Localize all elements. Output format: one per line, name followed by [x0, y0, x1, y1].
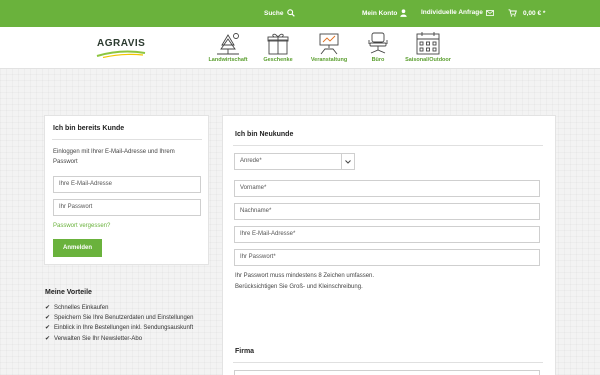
gift-icon [267, 33, 289, 55]
salutation-select[interactable]: Anrede* [234, 153, 355, 170]
cart-link[interactable]: 0,00 € * [508, 9, 545, 17]
register-password-field[interactable]: Ihr Passwort* [234, 249, 540, 266]
check-icon: ✔ [45, 335, 51, 342]
logo-text: AGRAVIS [97, 38, 146, 49]
login-intro-line-2: Passwort [53, 159, 78, 165]
company-section-title: Firma [235, 348, 255, 355]
company-divider [233, 362, 543, 363]
login-password-field[interactable]: Ihr Passwort [53, 199, 201, 216]
category-label: Saisonal/Outdoor [405, 57, 451, 63]
password-hint-line-1: Ihr Passwort muss mindestens 8 Zeichen u… [235, 273, 375, 279]
agravis-logo[interactable]: AGRAVIS [95, 36, 147, 58]
login-title: Ich bin bereits Kunde [53, 125, 125, 132]
check-icon: ✔ [45, 325, 51, 332]
cart-total: 0,00 € * [523, 9, 546, 17]
search-link[interactable]: Suche [264, 9, 295, 17]
benefits-title: Meine Vorteile [45, 289, 92, 296]
forgot-password-link[interactable]: Passwort vergessen? [53, 223, 110, 229]
check-icon: ✔ [45, 305, 51, 311]
account-label: Mein Konto [362, 9, 398, 17]
search-icon [286, 9, 295, 17]
lastname-field[interactable]: Nachname* [234, 203, 540, 220]
benefit-item: ✔ Verwalten Sie Ihr Newsletter-Abo [45, 334, 193, 344]
search-label: Suche [264, 9, 284, 17]
mail-icon [485, 9, 494, 16]
check-icon: ✔ [45, 315, 51, 322]
benefit-text: Einblick in Ihre Bestellungen inkl. Send… [54, 325, 194, 332]
inquiry-link[interactable]: Individuelle Anfrage [421, 9, 494, 16]
office-chair-icon [368, 32, 388, 54]
benefit-item: ✔ Einblick in Ihre Bestellungen inkl. Sen… [45, 323, 193, 333]
top-bar: Suche Mein Konto Individuelle Anfrage 0,… [0, 0, 600, 27]
user-icon [400, 9, 408, 17]
benefits-list: ✔ Schnelles Einkaufen ✔ Speichern Sie Ihre… [45, 303, 193, 344]
register-title: Ich bin Neukunde [235, 131, 294, 138]
register-email-field[interactable]: Ihre E-Mail-Adresse* [234, 226, 540, 243]
benefit-text: Speichern Sie Ihre Benutzerdaten und Ein… [54, 315, 194, 322]
firstname-field[interactable]: Vorname* [234, 180, 540, 197]
benefit-text: Schnelles Einkaufen [54, 305, 109, 311]
main-header: AGRAVIS Landwirtschaft Geschenke Veranst… [0, 27, 600, 69]
benefit-item: ✔ Speichern Sie Ihre Benutzerdaten und Ei… [45, 313, 193, 323]
company-field[interactable] [234, 370, 540, 375]
event-icon [319, 33, 339, 55]
benefit-text: Verwalten Sie Ihr Newsletter-Abo [54, 335, 143, 342]
account-link[interactable]: Mein Konto [362, 9, 408, 17]
chevron-down-icon [341, 154, 354, 169]
login-button[interactable]: Anmelden [53, 239, 102, 257]
register-divider [233, 145, 543, 146]
benefit-item: ✔ Schnelles Einkaufen [45, 303, 193, 313]
login-intro-line-1: Einloggen mit Ihrer E-Mail-Adresse und I… [53, 149, 175, 155]
cart-icon [508, 9, 517, 17]
calendar-icon [416, 32, 440, 55]
tree-icon [217, 33, 239, 55]
category-saisonal-outdoor[interactable]: Saisonal/Outdoor [398, 31, 458, 63]
logo-swoosh-icon [96, 50, 146, 58]
login-email-field[interactable]: Ihre E-Mail-Adresse [53, 176, 201, 193]
login-divider [52, 139, 202, 140]
inquiry-label: Individuelle Anfrage [421, 9, 483, 16]
salutation-value: Anrede* [240, 158, 262, 164]
password-hint-line-2: Berücksichtigen Sie Groß- und Kleinschre… [235, 284, 363, 290]
